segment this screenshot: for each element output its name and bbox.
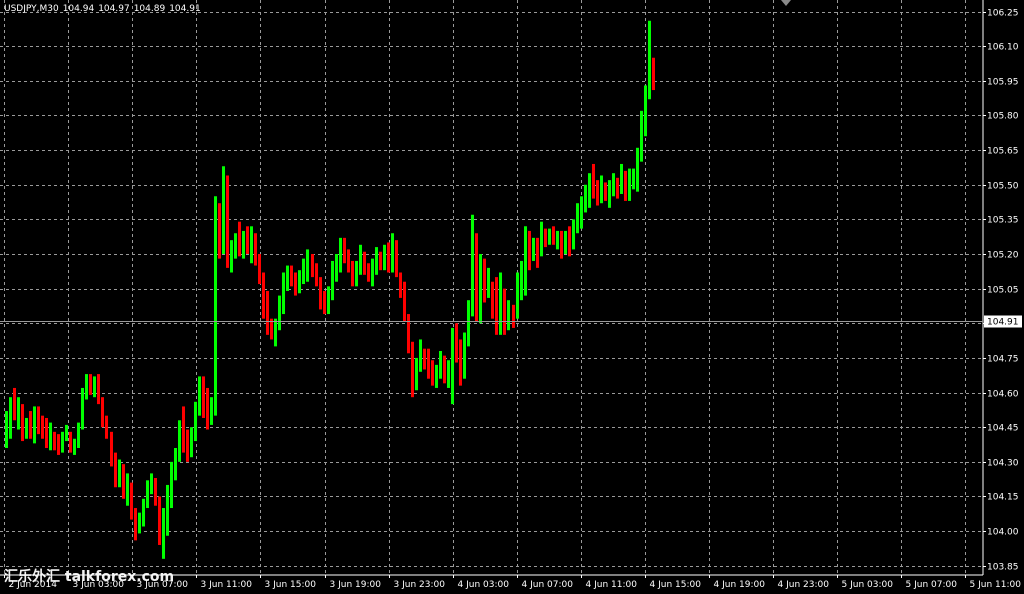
price-tick-label: 105.95 (987, 78, 1019, 88)
price-tick-label: 103.85 (987, 563, 1019, 573)
current-price-label: 104.91 (987, 318, 1019, 328)
price-tick-label: 106.25 (987, 9, 1019, 19)
price-tick-label: 105.80 (987, 112, 1019, 122)
time-tick-label: 3 Jun 11:00 (201, 580, 253, 590)
price-tick-label: 105.35 (987, 216, 1019, 226)
time-tick-label: 5 Jun 07:00 (906, 580, 958, 590)
symbol-timeframe: USDJPY,M30 (4, 4, 59, 14)
ohlc-close: 104.91 (169, 4, 201, 14)
price-tick-label: 104.60 (987, 390, 1019, 400)
chart-window[interactable]: 106.25 106.10 105.95 105.80 105.65 105.50 105.… (0, 0, 1024, 594)
price-tick-label: 105.50 (987, 182, 1019, 192)
price-chart[interactable]: 106.25 106.10 105.95 105.80 105.65 105.50 105.… (0, 0, 1024, 594)
price-tick-label: 105.65 (987, 147, 1019, 157)
price-axis: 106.25 106.10 105.95 105.80 105.65 105.50 105.… (983, 9, 1022, 573)
time-tick-label: 3 Jun 23:00 (394, 580, 446, 590)
time-tick-label: 5 Jun 03:00 (842, 580, 894, 590)
time-tick-label: 3 Jun 19:00 (330, 580, 382, 590)
price-tick-label: 104.15 (987, 493, 1019, 503)
symbol-header: USDJPY,M30 104.94 104.97 104.89 104.91 (4, 4, 205, 14)
time-tick-label: 4 Jun 11:00 (586, 580, 638, 590)
price-tick-label: 104.30 (987, 459, 1019, 469)
time-tick-label: 4 Jun 15:00 (650, 580, 702, 590)
time-tick-label: 4 Jun 07:00 (522, 580, 574, 590)
ohlc-open: 104.94 (62, 4, 95, 14)
time-tick-label: 4 Jun 03:00 (458, 580, 510, 590)
ohlc-low: 104.89 (133, 4, 166, 14)
chart-shift-marker-icon[interactable] (781, 0, 791, 6)
price-tick-label: 104.75 (987, 355, 1019, 365)
price-tick-label: 104.45 (987, 424, 1019, 434)
time-tick-label: 3 Jun 15:00 (265, 580, 317, 590)
price-tick-label: 105.05 (987, 286, 1019, 296)
watermark: 汇乐外汇 talkforex.com (4, 569, 175, 585)
price-tick-label: 104.00 (987, 528, 1019, 538)
price-tick-label: 105.20 (987, 251, 1019, 261)
time-tick-label: 4 Jun 23:00 (778, 580, 830, 590)
time-tick-label: 4 Jun 19:00 (714, 580, 766, 590)
time-tick-label: 5 Jun 11:00 (970, 580, 1022, 590)
ohlc-high: 104.97 (98, 4, 130, 14)
price-tick-label: 106.10 (987, 43, 1019, 53)
